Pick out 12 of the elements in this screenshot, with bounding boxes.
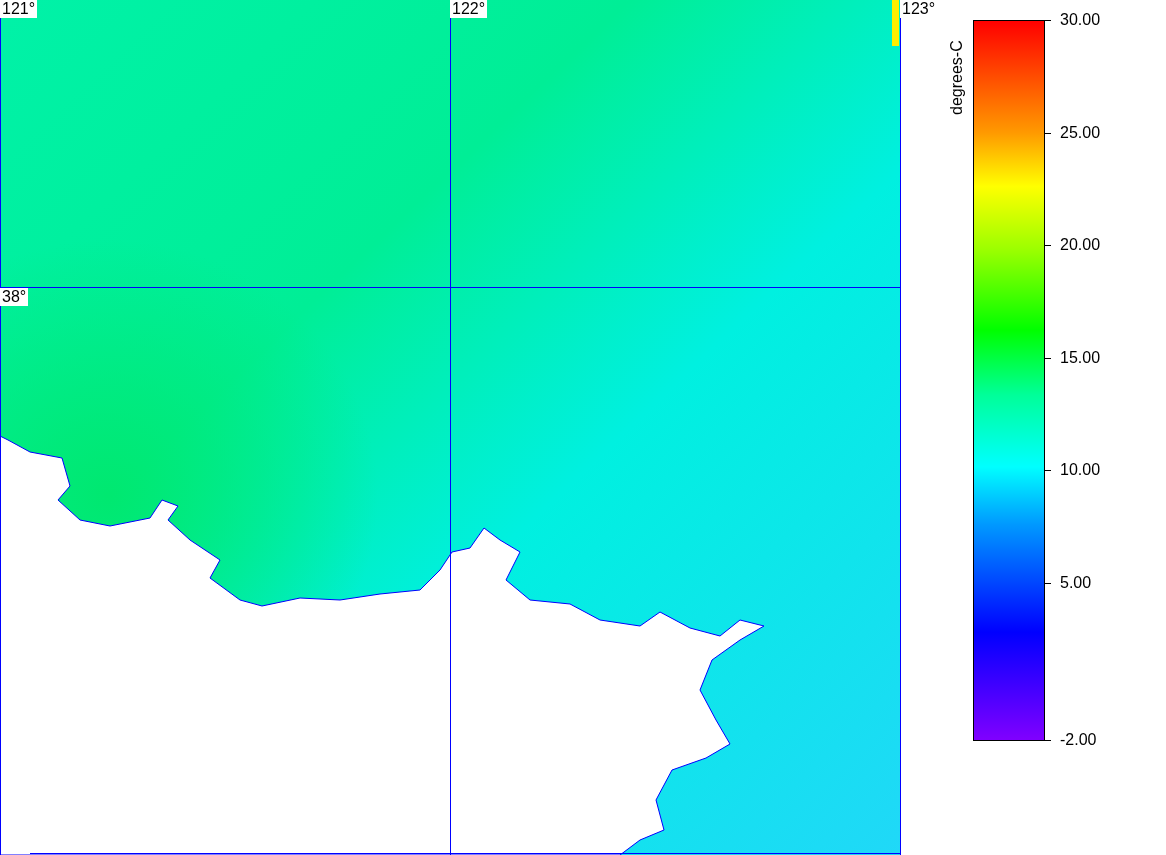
tick-label: 30.00 (1060, 11, 1101, 29)
tick-label: 5.00 (1060, 573, 1092, 592)
tick-label: 10.00 (1060, 461, 1101, 479)
latitude-label: 38° (0, 288, 29, 306)
tick-label: 15.00 (1060, 348, 1101, 367)
longitude-label: 123° (900, 0, 938, 18)
tick-label: 20.00 (1060, 236, 1101, 254)
longitude-label: 121° (0, 0, 38, 18)
tick-label: -2.00 (1060, 731, 1097, 749)
longitude-label: 122° (450, 0, 488, 18)
tick-label: 25.00 (1060, 123, 1101, 142)
colorbar-title: degrees-C (948, 40, 966, 115)
